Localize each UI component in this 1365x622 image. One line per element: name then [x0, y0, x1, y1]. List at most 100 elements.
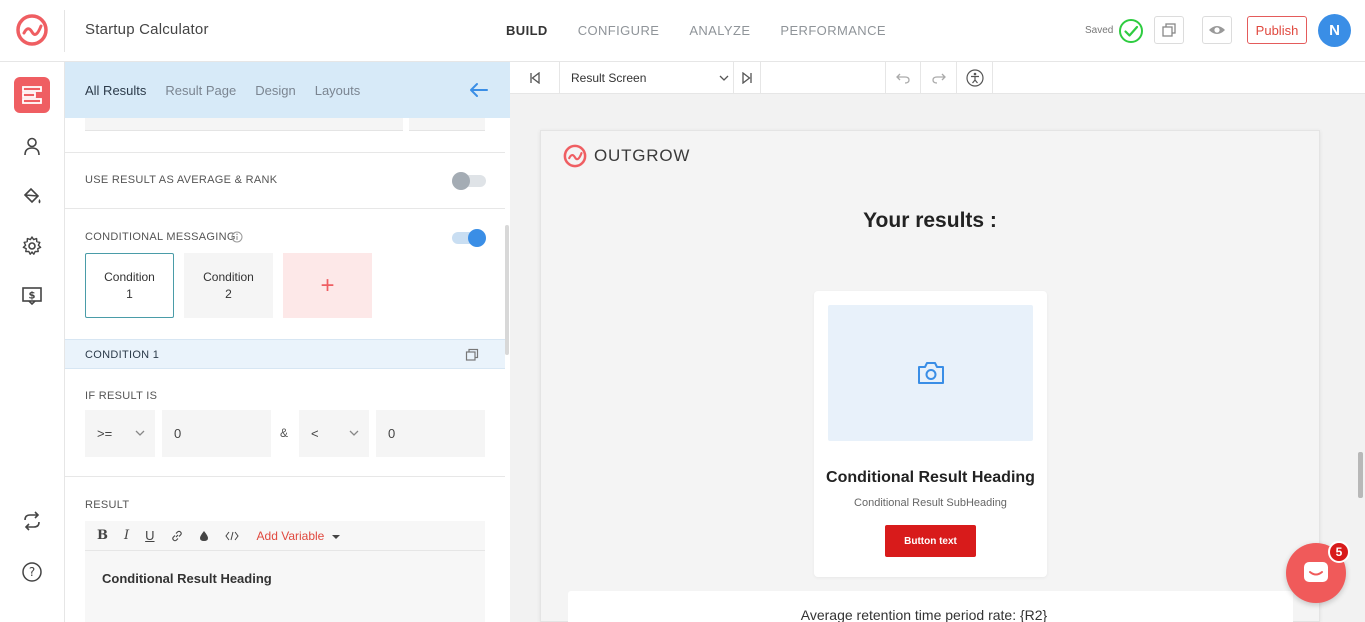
conditional-messaging-toggle[interactable]: [452, 229, 486, 247]
undo-button[interactable]: [885, 62, 921, 93]
conditional-messaging-label: CONDITIONAL MESSAGING: [85, 231, 236, 243]
rail-help[interactable]: ?: [14, 554, 50, 590]
user-avatar[interactable]: N: [1318, 14, 1351, 47]
use-result-label: USE RESULT AS AVERAGE & RANK: [85, 174, 278, 186]
rail-settings[interactable]: [14, 228, 50, 264]
toggle-knob: [452, 172, 470, 190]
chat-notification-badge: 5: [1328, 541, 1350, 563]
divider: [65, 476, 505, 477]
app-title: Startup Calculator: [85, 21, 209, 38]
duplicate-button[interactable]: [1154, 16, 1184, 44]
panel-scrollbar[interactable]: [505, 225, 509, 355]
underline-button[interactable]: U: [145, 528, 154, 543]
value-input-2[interactable]: 0: [376, 410, 485, 457]
condition-card-1[interactable]: Condition 1: [85, 253, 174, 318]
add-variable-dropdown[interactable]: Add Variable: [257, 529, 340, 543]
accessibility-button[interactable]: [957, 62, 993, 93]
publish-button[interactable]: Publish: [1247, 16, 1307, 44]
operator-value: >=: [97, 426, 113, 441]
operator-select-1[interactable]: >=: [85, 410, 155, 457]
nav-configure[interactable]: CONFIGURE: [578, 23, 660, 38]
outgrow-logo-icon[interactable]: [14, 12, 50, 48]
rail-design[interactable]: [14, 178, 50, 214]
chevron-down-icon: [719, 75, 729, 81]
info-icon[interactable]: [231, 231, 243, 243]
result-card[interactable]: Conditional Result Heading Conditional R…: [814, 291, 1047, 577]
preview-button[interactable]: [1202, 16, 1232, 44]
condition-card-number: 1: [126, 286, 133, 301]
settings-panel: All Results Result Page Design Layouts U…: [65, 62, 510, 622]
condition-card-label: Condition: [203, 269, 254, 284]
saved-label: Saved: [1085, 25, 1114, 36]
page-scrollbar[interactable]: [1358, 452, 1363, 498]
bold-button[interactable]: B: [97, 528, 108, 543]
nav-build[interactable]: BUILD: [506, 23, 548, 38]
tab-all-results[interactable]: All Results: [85, 83, 146, 98]
operator-value: <: [311, 426, 319, 441]
average-result-card[interactable]: Average retention time period rate: {R2}: [568, 591, 1293, 622]
result-format-select[interactable]: [409, 118, 485, 131]
back-arrow-icon[interactable]: [469, 81, 489, 99]
rail-pricing[interactable]: $: [14, 278, 50, 314]
condition-card-2[interactable]: Condition 2: [184, 253, 273, 318]
skip-back-icon: [529, 71, 540, 84]
nav-analyze[interactable]: ANALYZE: [689, 23, 750, 38]
result-heading[interactable]: Conditional Result Heading: [814, 469, 1047, 487]
brand-name: OUTGROW: [594, 146, 691, 165]
italic-button[interactable]: I: [124, 528, 129, 543]
last-screen-button[interactable]: [733, 62, 761, 93]
add-condition-button[interactable]: +: [283, 253, 372, 318]
result-screen-preview: OUTGROW Your results : Conditional Resul…: [540, 130, 1320, 622]
average-result-text: Average retention time period rate: {R2}: [800, 607, 1048, 622]
rail-integrations[interactable]: [14, 503, 50, 539]
divider: [65, 152, 505, 153]
result-label: RESULT: [85, 499, 130, 511]
and-joiner: &: [280, 426, 289, 440]
chevron-down-icon: [135, 430, 145, 436]
operator-select-2[interactable]: <: [299, 410, 369, 457]
rich-text-editor[interactable]: B I U Add Variable Conditional Result He…: [85, 521, 485, 622]
rail-leads[interactable]: [14, 128, 50, 164]
color-drop-icon[interactable]: [199, 530, 209, 542]
nav-performance[interactable]: PERFORMANCE: [780, 23, 886, 38]
tab-result-page[interactable]: Result Page: [165, 83, 236, 98]
condition-header-label: CONDITION 1: [85, 349, 160, 361]
eye-icon: [1209, 26, 1225, 34]
results-title[interactable]: Your results :: [541, 209, 1319, 233]
panel-tabs: All Results Result Page Design Layouts: [65, 62, 510, 118]
chat-icon: [1304, 562, 1328, 582]
copy-icon[interactable]: [465, 348, 479, 362]
left-rail: $ ?: [0, 62, 65, 622]
skip-forward-icon: [742, 71, 752, 84]
top-nav: BUILD CONFIGURE ANALYZE PERFORMANCE: [506, 23, 886, 38]
screen-select[interactable]: Result Screen: [570, 62, 733, 93]
tab-layouts[interactable]: Layouts: [315, 83, 361, 98]
editor-content[interactable]: Conditional Result Heading: [102, 571, 272, 586]
tab-design[interactable]: Design: [255, 83, 295, 98]
help-icon: ?: [22, 562, 42, 582]
toggle-knob: [468, 229, 486, 247]
refresh-icon: [24, 511, 40, 531]
user-icon: [24, 137, 40, 156]
use-result-toggle[interactable]: [452, 172, 486, 190]
result-title-input[interactable]: [85, 118, 403, 131]
condition-card-number: 2: [225, 286, 232, 301]
link-icon[interactable]: [171, 530, 183, 542]
add-variable-label: Add Variable: [256, 528, 325, 543]
duplicate-icon: [1162, 23, 1176, 37]
image-placeholder[interactable]: [828, 305, 1033, 441]
accessibility-icon: [965, 68, 984, 87]
result-cta-button[interactable]: Button text: [885, 525, 976, 557]
redo-icon: [931, 73, 946, 84]
layout-icon: [22, 86, 42, 104]
rail-build[interactable]: [14, 77, 50, 113]
condition-header-bar: CONDITION 1: [65, 339, 505, 369]
caret-down-icon: [331, 534, 340, 539]
svg-text:?: ?: [29, 565, 35, 579]
dollar-tag-icon: $: [22, 287, 42, 306]
redo-button[interactable]: [921, 62, 957, 93]
value-input-1[interactable]: 0: [162, 410, 271, 457]
result-subheading[interactable]: Conditional Result SubHeading: [814, 497, 1047, 509]
first-screen-button[interactable]: [510, 62, 560, 93]
code-icon[interactable]: [224, 531, 239, 541]
